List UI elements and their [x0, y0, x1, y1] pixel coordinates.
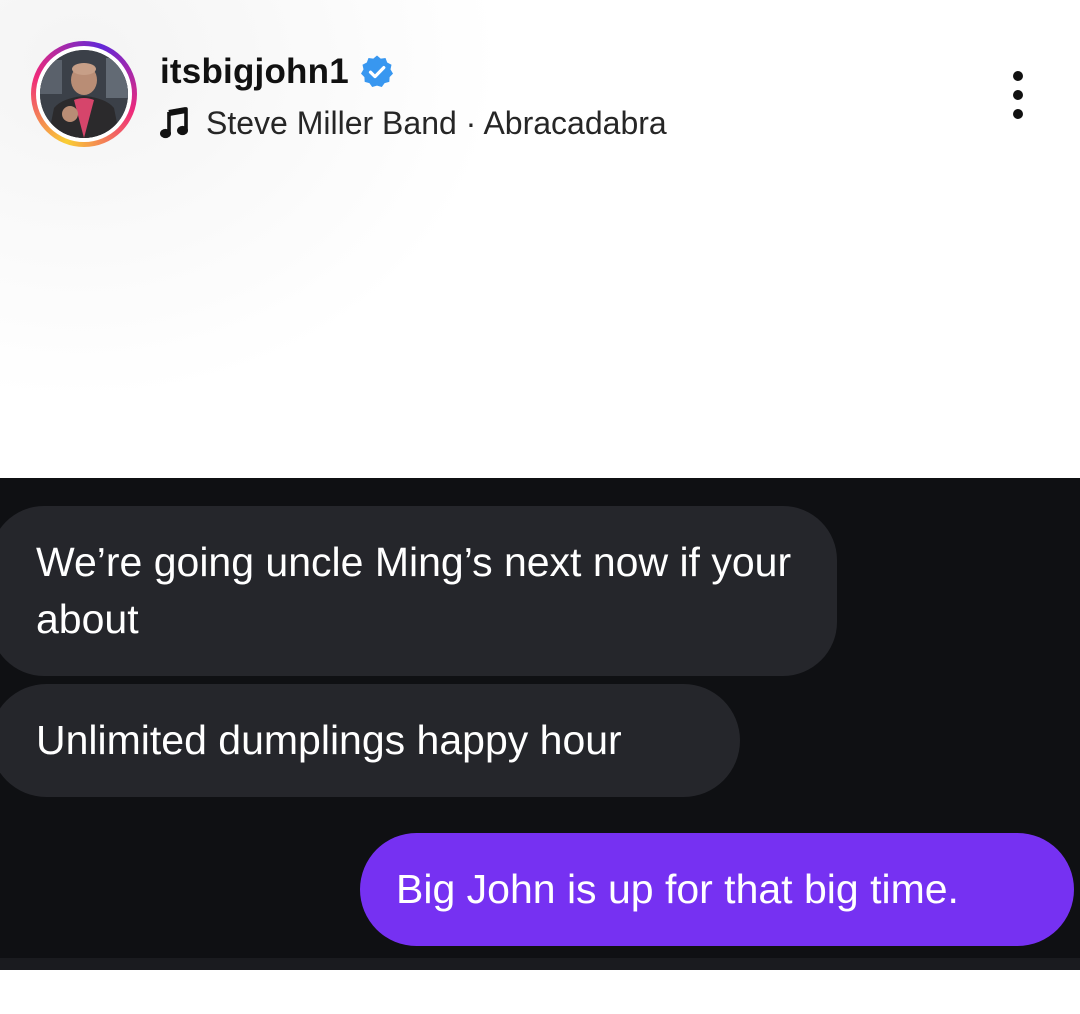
avatar-photo: [40, 50, 128, 138]
post-header: itsbigjohn1 Steve Miller Band · Abracada…: [0, 0, 1080, 478]
received-message-bubble: We’re going uncle Ming’s next now if you…: [0, 506, 837, 676]
verified-badge-icon: [359, 54, 395, 90]
audio-track-label: Steve Miller Band · Abracadabra: [206, 104, 667, 141]
more-options-button[interactable]: [1000, 66, 1036, 126]
username-link[interactable]: itsbigjohn1: [160, 52, 349, 92]
more-vertical-icon: [1013, 71, 1023, 119]
avatar[interactable]: [40, 50, 128, 138]
received-message-bubble: Unlimited dumplings happy hour: [0, 684, 740, 797]
chat-screenshot: We’re going uncle Ming’s next now if you…: [0, 478, 1080, 970]
audio-attribution[interactable]: Steve Miller Band · Abracadabra: [160, 102, 667, 144]
music-note-icon: [160, 107, 190, 139]
sent-message-bubble: Big John is up for that big time.: [360, 833, 1074, 946]
story-ring[interactable]: [31, 41, 137, 147]
chat-bottom-edge: [0, 958, 1080, 970]
